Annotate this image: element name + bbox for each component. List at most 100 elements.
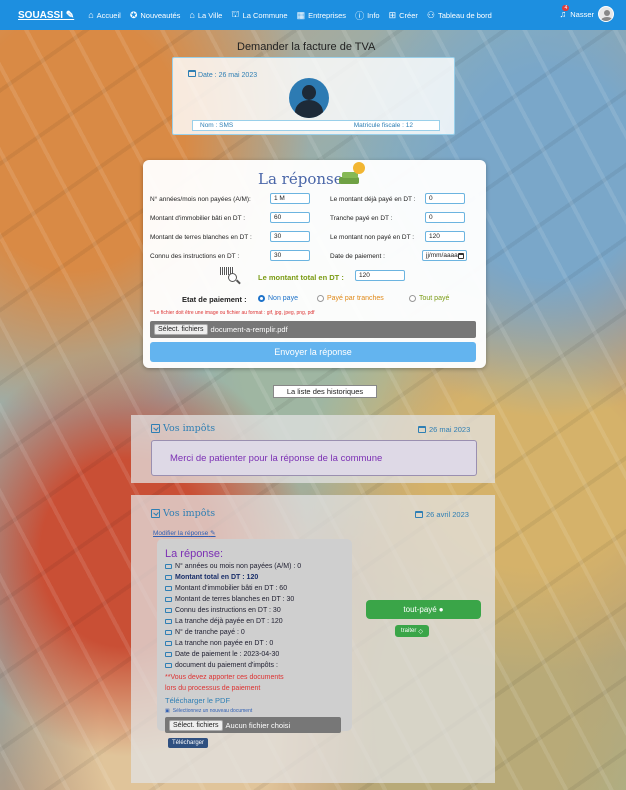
bulb-icon: ●: [438, 605, 444, 614]
nav-item-la-commune[interactable]: ⛫ La Commune: [231, 9, 287, 21]
impots-title: Vos impôts: [151, 423, 215, 434]
waiting-message: Merci de patienter pour la réponse de la…: [151, 440, 477, 476]
download-pdf-link[interactable]: Télécharger le PDF: [165, 696, 230, 705]
info-icon: ⓘ: [355, 10, 365, 21]
numbers-icon: [165, 630, 172, 635]
detail-line: N° années ou mois non payées (A/M) : 0: [165, 563, 301, 570]
modify-response-link[interactable]: Modifier la réponse ✎: [153, 529, 216, 537]
detail-line: Montant de terres blanches en DT : 30: [165, 596, 294, 603]
user-avatar[interactable]: [598, 6, 614, 22]
users-icon: ⚇: [426, 9, 435, 20]
impots-date: 26 mai 2023: [418, 425, 470, 434]
bank-icon: ⛫: [231, 9, 240, 19]
radio-dot[interactable]: [317, 295, 324, 302]
radio-non-paye[interactable]: Non paye: [258, 295, 298, 302]
detail-line: La tranche non payée en DT : 0: [165, 640, 273, 647]
user-menu[interactable]: ♫ 4 Nasser: [559, 5, 614, 22]
detail-line: La tranche déjà payée en DT : 120: [165, 618, 283, 625]
money-icon: [339, 162, 365, 184]
user-profile-avatar: [289, 78, 329, 118]
impots-title: Vos impôts: [151, 508, 215, 519]
reponse-title: La réponse: [258, 170, 343, 188]
facture-date: Date : 26 mai 2023: [188, 70, 257, 79]
terres-blanches-input[interactable]: 30: [270, 231, 310, 242]
shield-icon: ◇: [418, 628, 423, 635]
plus-square-icon: ⊞: [388, 9, 397, 20]
nav-item-la-ville[interactable]: ⌂ La Ville: [189, 10, 222, 20]
detail-line: Montant d'immobilier bâti en DT : 60: [165, 585, 287, 592]
image-icon: ▣: [165, 708, 170, 714]
upload-button[interactable]: Télécharger: [168, 738, 209, 748]
calendar-icon[interactable]: [457, 252, 464, 259]
nav-item-creer[interactable]: ⊞ Créer: [389, 10, 418, 21]
file-upload-field-2[interactable]: Sélect. fichiers Aucun fichier choisi: [165, 717, 341, 733]
montant-total-input[interactable]: 120: [355, 270, 405, 281]
building-icon: ▦: [296, 9, 306, 20]
reponse-details-title: La réponse:: [165, 548, 224, 560]
money-icon: [165, 608, 172, 613]
money-icon: [165, 575, 172, 580]
traiter-button[interactable]: traiter ◇: [395, 625, 429, 637]
shield-check-icon: [151, 509, 160, 518]
montant-non-paye-input[interactable]: 120: [425, 231, 465, 242]
facture-info-bar: Nom : SMS Matricule fiscale : 12: [192, 120, 440, 131]
detail-line: document du paiement d'impôts :: [165, 662, 278, 669]
new-document-label: ▣ Sélectionnez un nouveau document: [165, 708, 253, 714]
radio-tout-paye[interactable]: Tout payé: [409, 295, 449, 302]
nav-item-entreprises[interactable]: ▦ Entreprises: [297, 10, 346, 21]
montant-immobilier-input[interactable]: 60: [270, 212, 310, 223]
brand-logo[interactable]: SOUASSI ✎: [18, 10, 74, 21]
page-title: Demander la facture de TVA: [237, 41, 376, 53]
calendar-icon: [165, 652, 172, 657]
top-navbar: SOUASSI ✎ ⌂ Accueil ✪ Nouveautés ⌂ La Ville…: [0, 0, 626, 30]
red-note: **Vous devez apporter ces documents: [165, 674, 284, 681]
history-list-button[interactable]: La liste des historiques: [273, 385, 377, 398]
notification-bell[interactable]: ♫ 4: [559, 5, 570, 19]
barcode-search-icon: [220, 267, 242, 285]
radio-paye-par-tranches[interactable]: Payé par tranches: [317, 295, 384, 302]
connu-instructions-input[interactable]: 30: [270, 250, 310, 261]
date-paiement-input[interactable]: jj/mm/aaaa: [422, 250, 467, 261]
radio-dot[interactable]: [409, 295, 416, 302]
nav-item-accueil[interactable]: ⌂ Accueil: [88, 10, 121, 20]
red-note: lors du processus de paiement: [165, 685, 261, 692]
calendar-icon: [188, 70, 196, 77]
money-icon: [165, 641, 172, 646]
detail-line: Connu des instructions en DT : 30: [165, 607, 281, 614]
tout-paye-button[interactable]: tout-payé ●: [366, 600, 481, 619]
send-response-button[interactable]: Envoyer la réponse: [150, 342, 476, 362]
selected-file-name: document-a-remplir.pdf: [210, 325, 288, 334]
field-label: Montant d'immobilier bâti en DT :: [150, 215, 246, 222]
field-label: Connu des instructions en DT :: [150, 253, 240, 260]
select-files-button[interactable]: Sélect. fichiers: [154, 324, 208, 335]
nav-item-nouveautes[interactable]: ✪ Nouveautés: [130, 10, 181, 21]
home-icon: ⌂: [88, 10, 94, 20]
money-icon: [165, 586, 172, 591]
notification-badge: 4: [562, 5, 570, 11]
annees-non-payees-input[interactable]: 1 M: [270, 193, 310, 204]
numbers-icon: [165, 564, 172, 569]
detail-line: N° de tranche payé : 0: [165, 629, 245, 636]
tranche-paye-input[interactable]: 0: [425, 212, 465, 223]
field-label: Montant de terres blanches en DT :: [150, 234, 252, 241]
nav-item-info[interactable]: ⓘ Info: [355, 9, 380, 22]
detail-line-total: Montant total en DT : 120: [165, 574, 258, 581]
nav-item-tableau-de-bord[interactable]: ⚇ Tableau de bord: [427, 10, 492, 21]
file-upload-field[interactable]: Sélect. fichiers document-a-remplir.pdf: [150, 321, 476, 338]
field-label: Le montant déjà payé en DT :: [330, 196, 416, 203]
no-file-chosen: Aucun fichier choisi: [225, 720, 291, 730]
radio-dot[interactable]: [258, 295, 265, 302]
city-icon: ⌂: [189, 10, 195, 20]
impots-date: 26 avril 2023: [415, 510, 469, 519]
field-label: Tranche payé en DT :: [330, 215, 393, 222]
calendar-icon: [415, 511, 423, 518]
matricule-label: Matricule fiscale : 12: [353, 122, 413, 129]
field-label: N° années/mois non payées (A/M):: [150, 196, 251, 203]
etat-paiement-label: Etat de paiement :: [182, 295, 247, 304]
calendar-icon: [418, 426, 426, 433]
file-format-warning: **Le fichier doit être une image ou fich…: [150, 310, 315, 316]
document-icon: [165, 663, 172, 668]
money-icon: [165, 619, 172, 624]
montant-deja-paye-input[interactable]: 0: [425, 193, 465, 204]
select-files-button-2[interactable]: Sélect. fichiers: [169, 719, 223, 731]
